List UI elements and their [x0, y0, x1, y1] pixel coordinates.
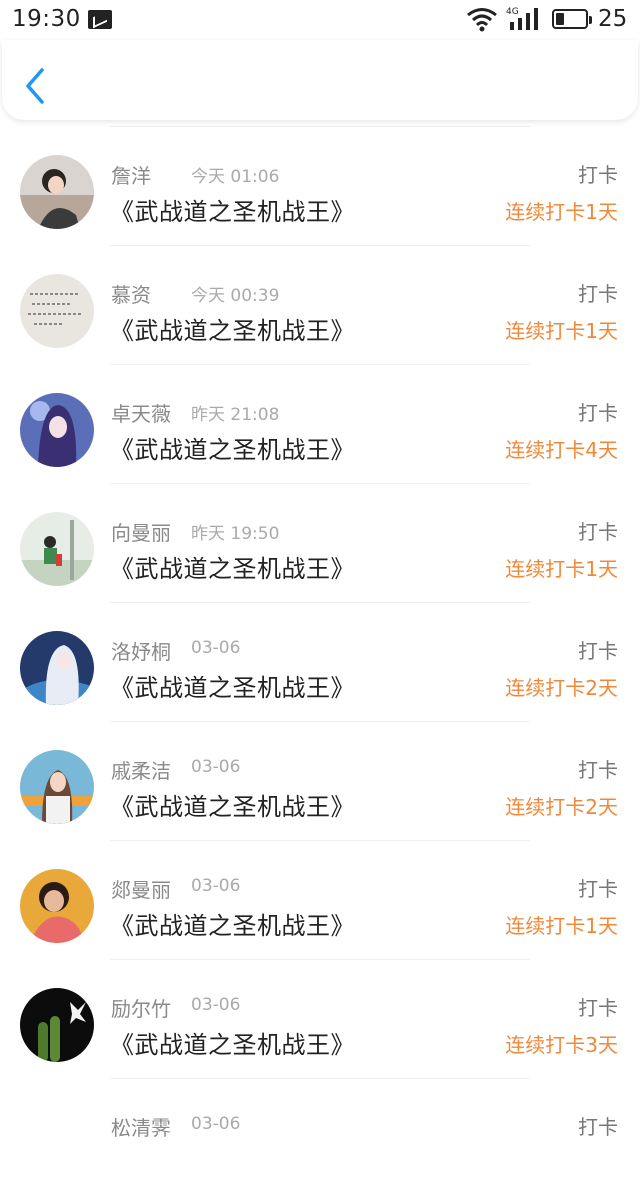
- checkin-label: 打卡: [578, 996, 618, 1020]
- user-name: 卓天薇: [111, 402, 171, 426]
- book-title: 《武战道之圣机战王》: [110, 793, 355, 821]
- avatar[interactable]: [20, 393, 94, 467]
- checkin-label: 打卡: [578, 520, 618, 544]
- wifi-icon: [467, 8, 497, 32]
- list-item[interactable]: 卓天薇 昨天 21:08 《武战道之圣机战王》 打卡 连续打卡4天: [0, 365, 640, 484]
- book-title: 《武战道之圣机战王》: [110, 674, 355, 702]
- checkin-time: 昨天 21:08: [191, 405, 280, 425]
- avatar[interactable]: [20, 631, 94, 705]
- book-title: 《武战道之圣机战王》: [110, 198, 355, 226]
- status-time: 19:30: [12, 6, 81, 32]
- avatar[interactable]: [20, 750, 94, 824]
- avatar[interactable]: [20, 512, 94, 586]
- list-item[interactable]: 詹洋 今天 01:06 《武战道之圣机战王》 打卡 连续打卡1天: [0, 127, 640, 246]
- list-item[interactable]: 向曼丽 昨天 19:50 《武战道之圣机战王》 打卡 连续打卡1天: [0, 484, 640, 603]
- chevron-left-icon: [26, 68, 44, 104]
- checkin-label: 打卡: [578, 877, 618, 901]
- user-name: 郯曼丽: [111, 878, 171, 902]
- streak-label: 连续打卡1天: [505, 914, 618, 938]
- checkin-label: 打卡: [578, 758, 618, 782]
- streak-label: 连续打卡1天: [505, 557, 618, 581]
- list-item[interactable]: 慕资 今天 00:39 《武战道之圣机战王》 打卡 连续打卡1天: [0, 246, 640, 365]
- list-item[interactable]: 郯曼丽 03-06 《武战道之圣机战王》 打卡 连续打卡1天: [0, 841, 640, 960]
- streak-label: 连续打卡1天: [505, 319, 618, 343]
- checkin-label: 打卡: [578, 401, 618, 425]
- streak-label: 连续打卡2天: [505, 676, 618, 700]
- checkin-time: 03-06: [191, 876, 241, 896]
- checkin-time: 今天 01:06: [191, 167, 280, 187]
- list-item[interactable]: 松清霁 03-06 打卡: [0, 1079, 640, 1198]
- list-item[interactable]: 戚柔洁 03-06 《武战道之圣机战王》 打卡 连续打卡2天: [0, 722, 640, 841]
- list-item[interactable]: 洛妤桐 03-06 《武战道之圣机战王》 打卡 连续打卡2天: [0, 603, 640, 722]
- user-name: 洛妤桐: [111, 640, 171, 664]
- checkin-time: 03-06: [191, 757, 241, 777]
- book-title: 《武战道之圣机战王》: [110, 1031, 355, 1059]
- avatar[interactable]: [20, 988, 94, 1062]
- book-title: 《武战道之圣机战王》: [110, 436, 355, 464]
- avatar[interactable]: [20, 155, 94, 229]
- streak-label: 连续打卡2天: [505, 795, 618, 819]
- user-name: 向曼丽: [111, 521, 171, 545]
- checkin-label: 打卡: [578, 639, 618, 663]
- streak-label: 连续打卡1天: [505, 200, 618, 224]
- checkin-time: 03-06: [191, 1114, 241, 1134]
- avatar[interactable]: [20, 869, 94, 943]
- battery-level: 25: [598, 6, 628, 32]
- user-name: 励尔竹: [111, 997, 171, 1021]
- streak-label: 连续打卡3天: [505, 1033, 618, 1057]
- user-name: 松清霁: [111, 1116, 171, 1140]
- battery-icon: [552, 9, 592, 29]
- user-name: 詹洋: [111, 164, 151, 188]
- checkin-label: 打卡: [578, 282, 618, 306]
- checkin-list: 詹洋 今天 01:06 《武战道之圣机战王》 打卡 连续打卡1天 慕资 今天 0…: [0, 126, 640, 1198]
- book-title: 《武战道之圣机战王》: [110, 555, 355, 583]
- user-name: 慕资: [111, 283, 151, 307]
- checkin-time: 03-06: [191, 638, 241, 658]
- checkin-time: 今天 00:39: [191, 286, 280, 306]
- list-item[interactable]: 励尔竹 03-06 《武战道之圣机战王》 打卡 连续打卡3天: [0, 960, 640, 1079]
- network-type-label: 4G: [506, 7, 519, 17]
- checkin-label: 打卡: [578, 163, 618, 187]
- user-name: 戚柔洁: [111, 759, 171, 783]
- checkin-time: 03-06: [191, 995, 241, 1015]
- checkin-label: 打卡: [578, 1115, 618, 1139]
- back-button[interactable]: [16, 66, 56, 106]
- streak-label: 连续打卡4天: [505, 438, 618, 462]
- cellular-signal-icon: 4G: [506, 7, 538, 30]
- avatar[interactable]: [20, 274, 94, 348]
- image-notification-icon: [88, 10, 112, 29]
- status-bar: 19:30 4G 25: [0, 0, 640, 40]
- top-navigation-bar: [2, 40, 638, 120]
- checkin-time: 昨天 19:50: [191, 524, 280, 544]
- book-title: 《武战道之圣机战王》: [110, 912, 355, 940]
- book-title: 《武战道之圣机战王》: [110, 317, 355, 345]
